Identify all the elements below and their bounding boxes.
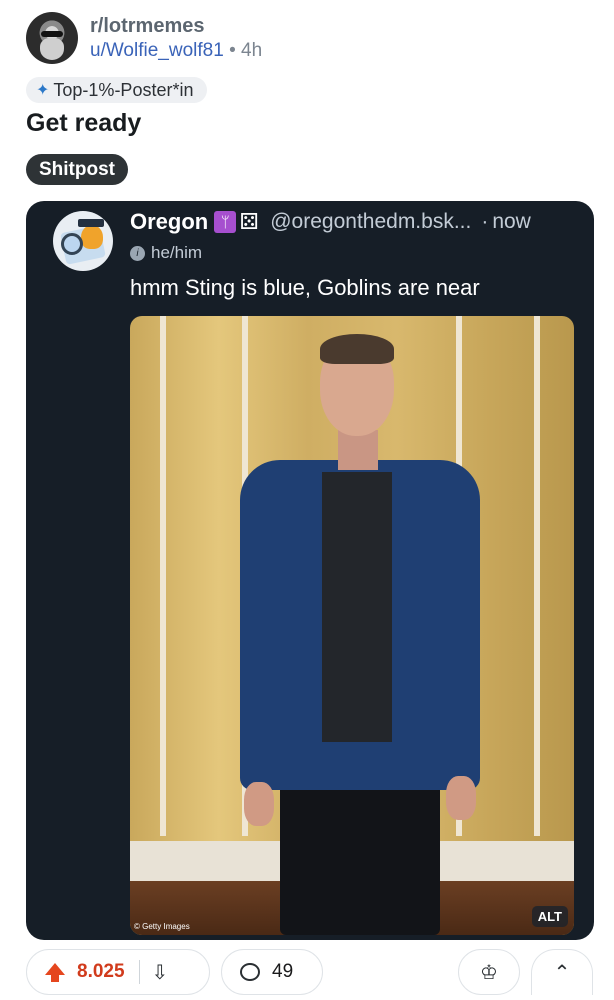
share-icon: ⌃ (553, 962, 571, 984)
avatar-glasses (41, 31, 63, 37)
alt-badge[interactable]: ALT (531, 906, 568, 927)
user-avatar[interactable] (26, 12, 78, 64)
award-icon: ♔ (480, 961, 498, 984)
comments-button[interactable]: 49 (221, 949, 323, 995)
post-time: 4h (241, 40, 263, 61)
post-flair-tag[interactable]: Shitpost (26, 154, 128, 185)
dice-icon: ⚄ (239, 209, 259, 234)
vote-divider (138, 960, 140, 984)
embed-handle[interactable]: @oregonthedm.bsk... (270, 210, 471, 234)
vote-score: 8.025 (77, 961, 125, 982)
embed-display-name[interactable]: Oregon (130, 209, 208, 235)
menorah-icon: ᛘ (214, 211, 237, 233)
embedded-post-card[interactable]: Oregon ᛘ ⚄ @oregonthedm.bsk... · now i h… (26, 201, 594, 940)
meta-separator: • (229, 40, 236, 61)
post-header: r/lotrmemes u/Wolfie_wolf81 • 4h (26, 12, 262, 64)
embed-header: Oregon ᛘ ⚄ @oregonthedm.bsk... · now (130, 207, 531, 237)
avatar-hat (78, 219, 104, 227)
wall-panel (534, 316, 540, 836)
image-credit: © Getty Images (134, 922, 190, 931)
figure-neck (338, 430, 378, 470)
vote-pill: 8.025 ⇩ (26, 949, 210, 995)
subreddit-name[interactable]: r/lotrmemes (90, 13, 262, 39)
post-title[interactable]: Get ready (26, 109, 141, 138)
user-flair-label: Top-1%-Poster*in (53, 79, 194, 100)
figure-hand (446, 776, 476, 820)
embed-avatar[interactable] (53, 211, 113, 271)
username-link[interactable]: u/Wolfie_wolf81 (90, 40, 224, 61)
downvote-icon[interactable]: ⇩ (152, 960, 169, 985)
avatar-bird (81, 225, 103, 249)
embed-text: hmm Sting is blue, Goblins are near (130, 275, 480, 300)
figure-shirt (322, 472, 392, 742)
avatar-beard (40, 38, 64, 60)
wall-panel (160, 316, 166, 836)
figure-hand (244, 782, 274, 826)
embed-pronouns: i he/him (130, 243, 202, 263)
comment-bubble-icon (240, 963, 260, 981)
embed-photo[interactable]: © Getty Images ALT (130, 316, 574, 935)
pronoun-icon: i (130, 245, 145, 261)
award-button[interactable]: ♔ (458, 949, 520, 995)
person-figure (240, 330, 480, 935)
embed-time: now (492, 210, 531, 233)
user-flair: ✦ Top-1%-Poster*in (26, 77, 208, 103)
action-bar: 8.025 ⇩ 49 ♔ ⌃ (26, 949, 594, 999)
figure-hair (320, 334, 394, 364)
post-meta: r/lotrmemes u/Wolfie_wolf81 • 4h (90, 13, 262, 63)
upvote-icon[interactable] (45, 963, 65, 982)
image-credit-label: Getty Images (142, 922, 190, 931)
share-button[interactable]: ⌃ (531, 949, 593, 995)
user-line: u/Wolfie_wolf81 • 4h (90, 39, 262, 63)
pronoun-label: he/him (151, 243, 203, 262)
embed-separator: · (481, 210, 489, 233)
flair-gear-icon: ✦ (36, 82, 50, 99)
comment-count: 49 (272, 961, 294, 982)
magnifier-icon (61, 233, 83, 255)
